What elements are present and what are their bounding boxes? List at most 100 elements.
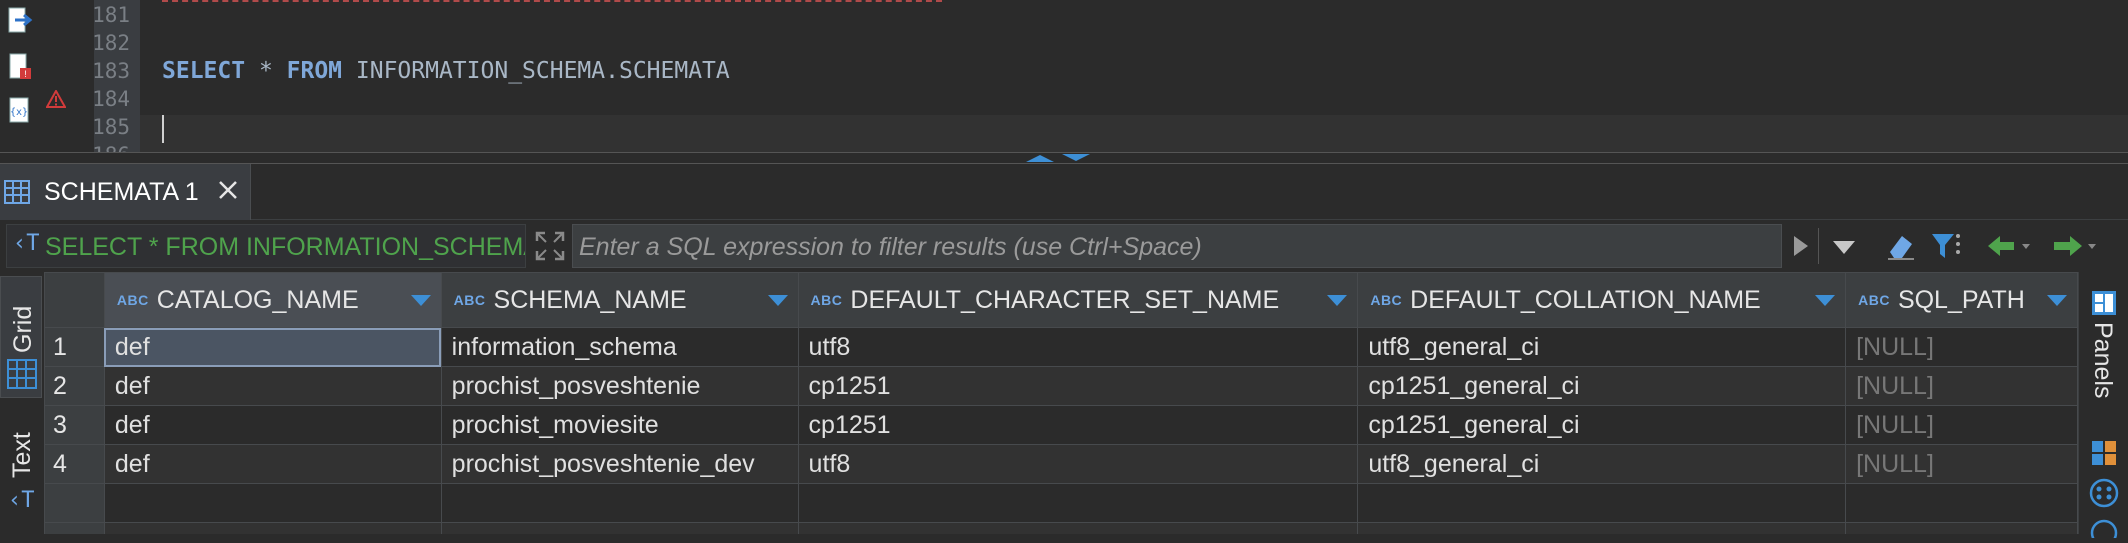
empty-row xyxy=(44,483,2078,523)
table-cell[interactable]: cp1251_general_ci xyxy=(1357,366,1847,406)
table-cell[interactable]: cp1251_general_ci xyxy=(1357,405,1847,445)
execute-statement-icon[interactable] xyxy=(7,6,33,36)
forward-arrow-icon[interactable] xyxy=(2050,230,2102,262)
filter-expression-input[interactable] xyxy=(573,225,1781,269)
row-number[interactable]: 4 xyxy=(44,444,105,484)
settings-icon[interactable] xyxy=(2089,518,2119,543)
collapse-arrows-icon[interactable] xyxy=(1022,153,1102,163)
table-cell[interactable]: def xyxy=(103,327,442,367)
table-cell xyxy=(103,522,442,534)
table-cell[interactable]: cp1251 xyxy=(797,405,1359,445)
table-cell[interactable]: def xyxy=(103,366,442,406)
sort-arrow-icon[interactable] xyxy=(2047,295,2067,306)
text-cursor-icon: ‹T xyxy=(8,488,35,513)
panels-icon[interactable] xyxy=(2091,290,2117,321)
table-cell[interactable]: prochist_posveshtenie_dev xyxy=(440,444,799,484)
table-cell xyxy=(797,483,1359,523)
column-title: DEFAULT_COLLATION_NAME xyxy=(1410,285,1761,314)
tab-grid[interactable]: Grid xyxy=(0,276,42,398)
active-query-text: SELECT * FROM INFORMATION_SCHEMA.SCHEMAT… xyxy=(45,233,525,261)
explain-plan-icon[interactable]: {x} xyxy=(7,96,33,126)
table-cell[interactable]: [NULL] xyxy=(1845,327,2078,367)
filter-bar: ‹T SELECT * FROM INFORMATION_SCHEMA.SCHE… xyxy=(0,224,2128,269)
line-number: 183 xyxy=(92,59,130,83)
code-operator: * xyxy=(245,58,287,84)
column-header-default-collation-name[interactable]: ABC DEFAULT_COLLATION_NAME xyxy=(1357,272,1847,328)
sort-arrow-icon[interactable] xyxy=(410,295,431,306)
filter-history-dropdown[interactable] xyxy=(1818,228,1873,264)
row-number[interactable]: 3 xyxy=(44,405,105,445)
filter-input-container xyxy=(572,224,1782,269)
row-number[interactable]: 1 xyxy=(44,327,105,367)
keyword-from: FROM xyxy=(286,58,343,84)
error-gutter xyxy=(44,0,94,152)
table-cell[interactable]: prochist_moviesite xyxy=(440,405,799,445)
results-grid[interactable]: ABC CATALOG_NAME ABC SCHEMA_NAME ABC DEFAUL… xyxy=(44,272,2078,534)
code-area[interactable]: SELECT * FROM INFORMATION_SCHEMA.SCHEMAT… xyxy=(140,0,2128,152)
sort-arrow-icon[interactable] xyxy=(1327,295,1348,306)
eraser-icon[interactable] xyxy=(1884,230,1918,262)
sort-arrow-icon[interactable] xyxy=(767,295,788,306)
close-icon[interactable] xyxy=(214,178,242,206)
tab-text[interactable]: Text ‹T xyxy=(0,412,42,534)
table-cell xyxy=(797,522,1359,534)
row-number[interactable]: 2 xyxy=(44,366,105,406)
table-cell xyxy=(440,522,799,534)
table-row[interactable]: 1 def information_schema utf8 utf8_gener… xyxy=(44,327,2078,367)
table-row[interactable]: 3 def prochist_moviesite cp1251 cp1251_g… xyxy=(44,405,2078,445)
type-badge: ABC xyxy=(1370,292,1403,309)
line-number: 184 xyxy=(92,87,130,111)
table-cell[interactable]: def xyxy=(103,405,442,445)
table-cell[interactable]: utf8_general_ci xyxy=(1357,444,1847,484)
grid-corner[interactable] xyxy=(44,272,105,328)
table-cell[interactable]: [NULL] xyxy=(1845,366,2078,406)
execute-script-icon[interactable]: ! xyxy=(7,52,33,82)
code-line-select[interactable]: SELECT * FROM INFORMATION_SCHEMA.SCHEMAT… xyxy=(162,53,730,89)
text-caret xyxy=(162,115,164,143)
table-cell[interactable]: [NULL] xyxy=(1845,405,2078,445)
filter-funnel-icon[interactable] xyxy=(1928,230,1962,262)
empty-row xyxy=(44,522,2078,534)
table-cell[interactable]: information_schema xyxy=(440,327,799,367)
svg-text:{x}: {x} xyxy=(10,107,28,118)
expand-icon[interactable] xyxy=(534,230,566,262)
table-cell[interactable]: [NULL] xyxy=(1845,444,2078,484)
table-cell[interactable]: cp1251 xyxy=(797,366,1359,406)
calculator-icon[interactable] xyxy=(2091,440,2117,471)
statement-separator xyxy=(162,0,942,2)
row-number xyxy=(44,522,105,534)
column-header-schema-name[interactable]: ABC SCHEMA_NAME xyxy=(440,272,799,328)
table-row[interactable]: 2 def prochist_posveshtenie cp1251 cp125… xyxy=(44,366,2078,406)
table-cell[interactable]: utf8_general_ci xyxy=(1357,327,1847,367)
warning-triangle-icon[interactable] xyxy=(45,88,67,113)
tab-schemata-1[interactable]: SCHEMATA 1 xyxy=(0,164,251,220)
line-number: 181 xyxy=(92,3,130,27)
table-cell[interactable]: utf8 xyxy=(797,444,1359,484)
table-cell[interactable]: prochist_posveshtenie xyxy=(440,366,799,406)
row-number xyxy=(44,483,105,523)
sql-editor[interactable]: ! {x} 181 182 183 184 185 186 SELECT * F… xyxy=(0,0,2128,167)
table-cell[interactable]: utf8 xyxy=(797,327,1359,367)
line-number: 182 xyxy=(92,31,130,55)
type-badge: ABC xyxy=(1858,292,1890,309)
panels-label[interactable]: Panels xyxy=(2088,322,2117,398)
type-badge: ABC xyxy=(116,292,149,309)
editor-results-splitter[interactable] xyxy=(0,152,2128,164)
apply-filter-icon[interactable] xyxy=(1786,228,1814,264)
column-header-catalog-name[interactable]: ABC CATALOG_NAME xyxy=(103,272,442,328)
grouping-icon[interactable] xyxy=(2089,478,2119,513)
table-row[interactable]: 4 def prochist_posveshtenie_dev utf8 utf… xyxy=(44,444,2078,484)
type-badge: ABC xyxy=(810,292,843,309)
column-header-sql-path[interactable]: ABC SQL_PATH xyxy=(1845,272,2078,328)
back-arrow-icon[interactable] xyxy=(1984,230,2036,262)
column-header-default-character-set-name[interactable]: ABC DEFAULT_CHARACTER_SET_NAME xyxy=(797,272,1359,328)
tab-label: SCHEMATA 1 xyxy=(44,178,199,206)
line-number-gutter: 181 182 183 184 185 186 xyxy=(92,0,140,167)
table-cell[interactable]: def xyxy=(103,444,442,484)
active-query-display[interactable]: ‹T SELECT * FROM INFORMATION_SCHEMA.SCHE… xyxy=(6,224,526,268)
header-row: ABC CATALOG_NAME ABC SCHEMA_NAME ABC DEFAUL… xyxy=(44,272,2078,328)
sort-arrow-icon[interactable] xyxy=(1815,295,1836,306)
tab-grid-label: Grid xyxy=(9,305,37,353)
code-table-name: INFORMATION_SCHEMA.SCHEMATA xyxy=(342,58,730,84)
table-cell xyxy=(1845,483,2078,523)
